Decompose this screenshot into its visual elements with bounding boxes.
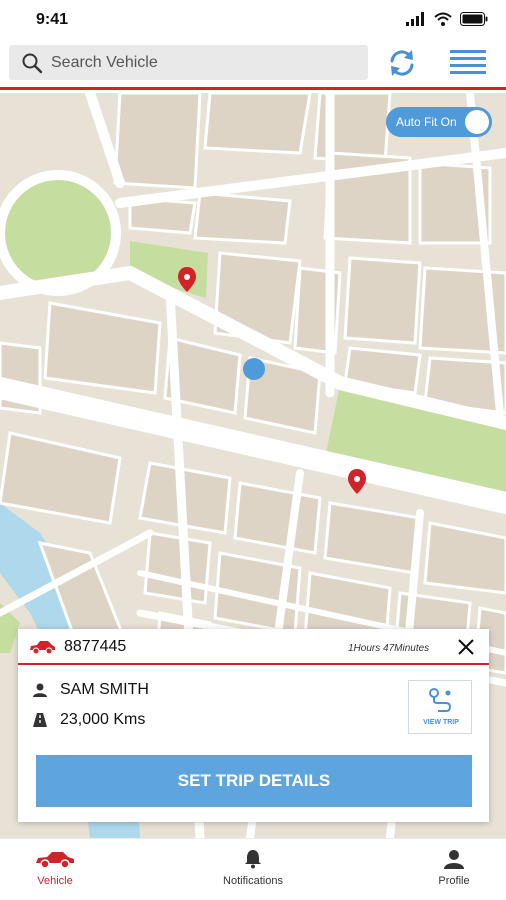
view-trip-button[interactable]: VIEW TRIP [408,680,472,734]
road-icon [33,713,47,727]
nav-label: Vehicle [37,875,73,887]
card-header: 8877445 1Hours 47Minutes [18,629,489,665]
menu-icon[interactable] [450,48,486,78]
close-icon[interactable] [456,637,476,657]
status-time: 9:41 [36,11,69,28]
driver-name: SAM SMITH [60,681,149,698]
car-icon [30,641,55,655]
status-bar: 9:41 [0,0,506,40]
route-icon [429,688,452,712]
signal-icon [406,12,424,26]
person-icon [444,850,464,869]
distance-value: 23,000 Kms [60,711,146,728]
trip-duration: 1Hours 47Minutes [348,643,430,654]
current-location-dot [243,358,265,380]
nav-label: Notifications [223,875,283,887]
search-icon [22,53,43,73]
vehicle-number: 8877445 [64,638,127,655]
auto-fit-toggle[interactable]: Auto Fit On [386,107,492,137]
refresh-icon[interactable] [386,47,418,79]
nav-item-profile[interactable]: Profile [399,849,506,887]
auto-fit-label: Auto Fit On [396,115,457,129]
nav-item-vehicle[interactable]: Vehicle [0,849,110,887]
car-icon [36,852,74,869]
nav-label: Profile [438,875,470,887]
battery-icon [460,12,488,26]
top-bar [0,40,506,90]
search-input[interactable] [51,53,351,72]
bell-icon [245,850,261,869]
bottom-nav: Vehicle Notifications Profile [0,838,506,900]
vehicle-info-card: 8877445 1Hours 47Minutes SAM SMITH 23,00… [18,629,489,822]
status-icons [406,12,488,26]
view-trip-label: VIEW TRIP [423,719,459,726]
set-trip-details-button[interactable]: SET TRIP DETAILS [36,755,472,807]
search-box[interactable] [9,45,368,80]
nav-item-notifications[interactable]: Notifications [198,849,308,887]
person-icon [33,683,47,697]
wifi-icon [434,12,452,26]
driver-row: SAM SMITH [32,681,149,699]
toggle-knob [465,110,489,134]
distance-row: 23,000 Kms [32,711,145,729]
